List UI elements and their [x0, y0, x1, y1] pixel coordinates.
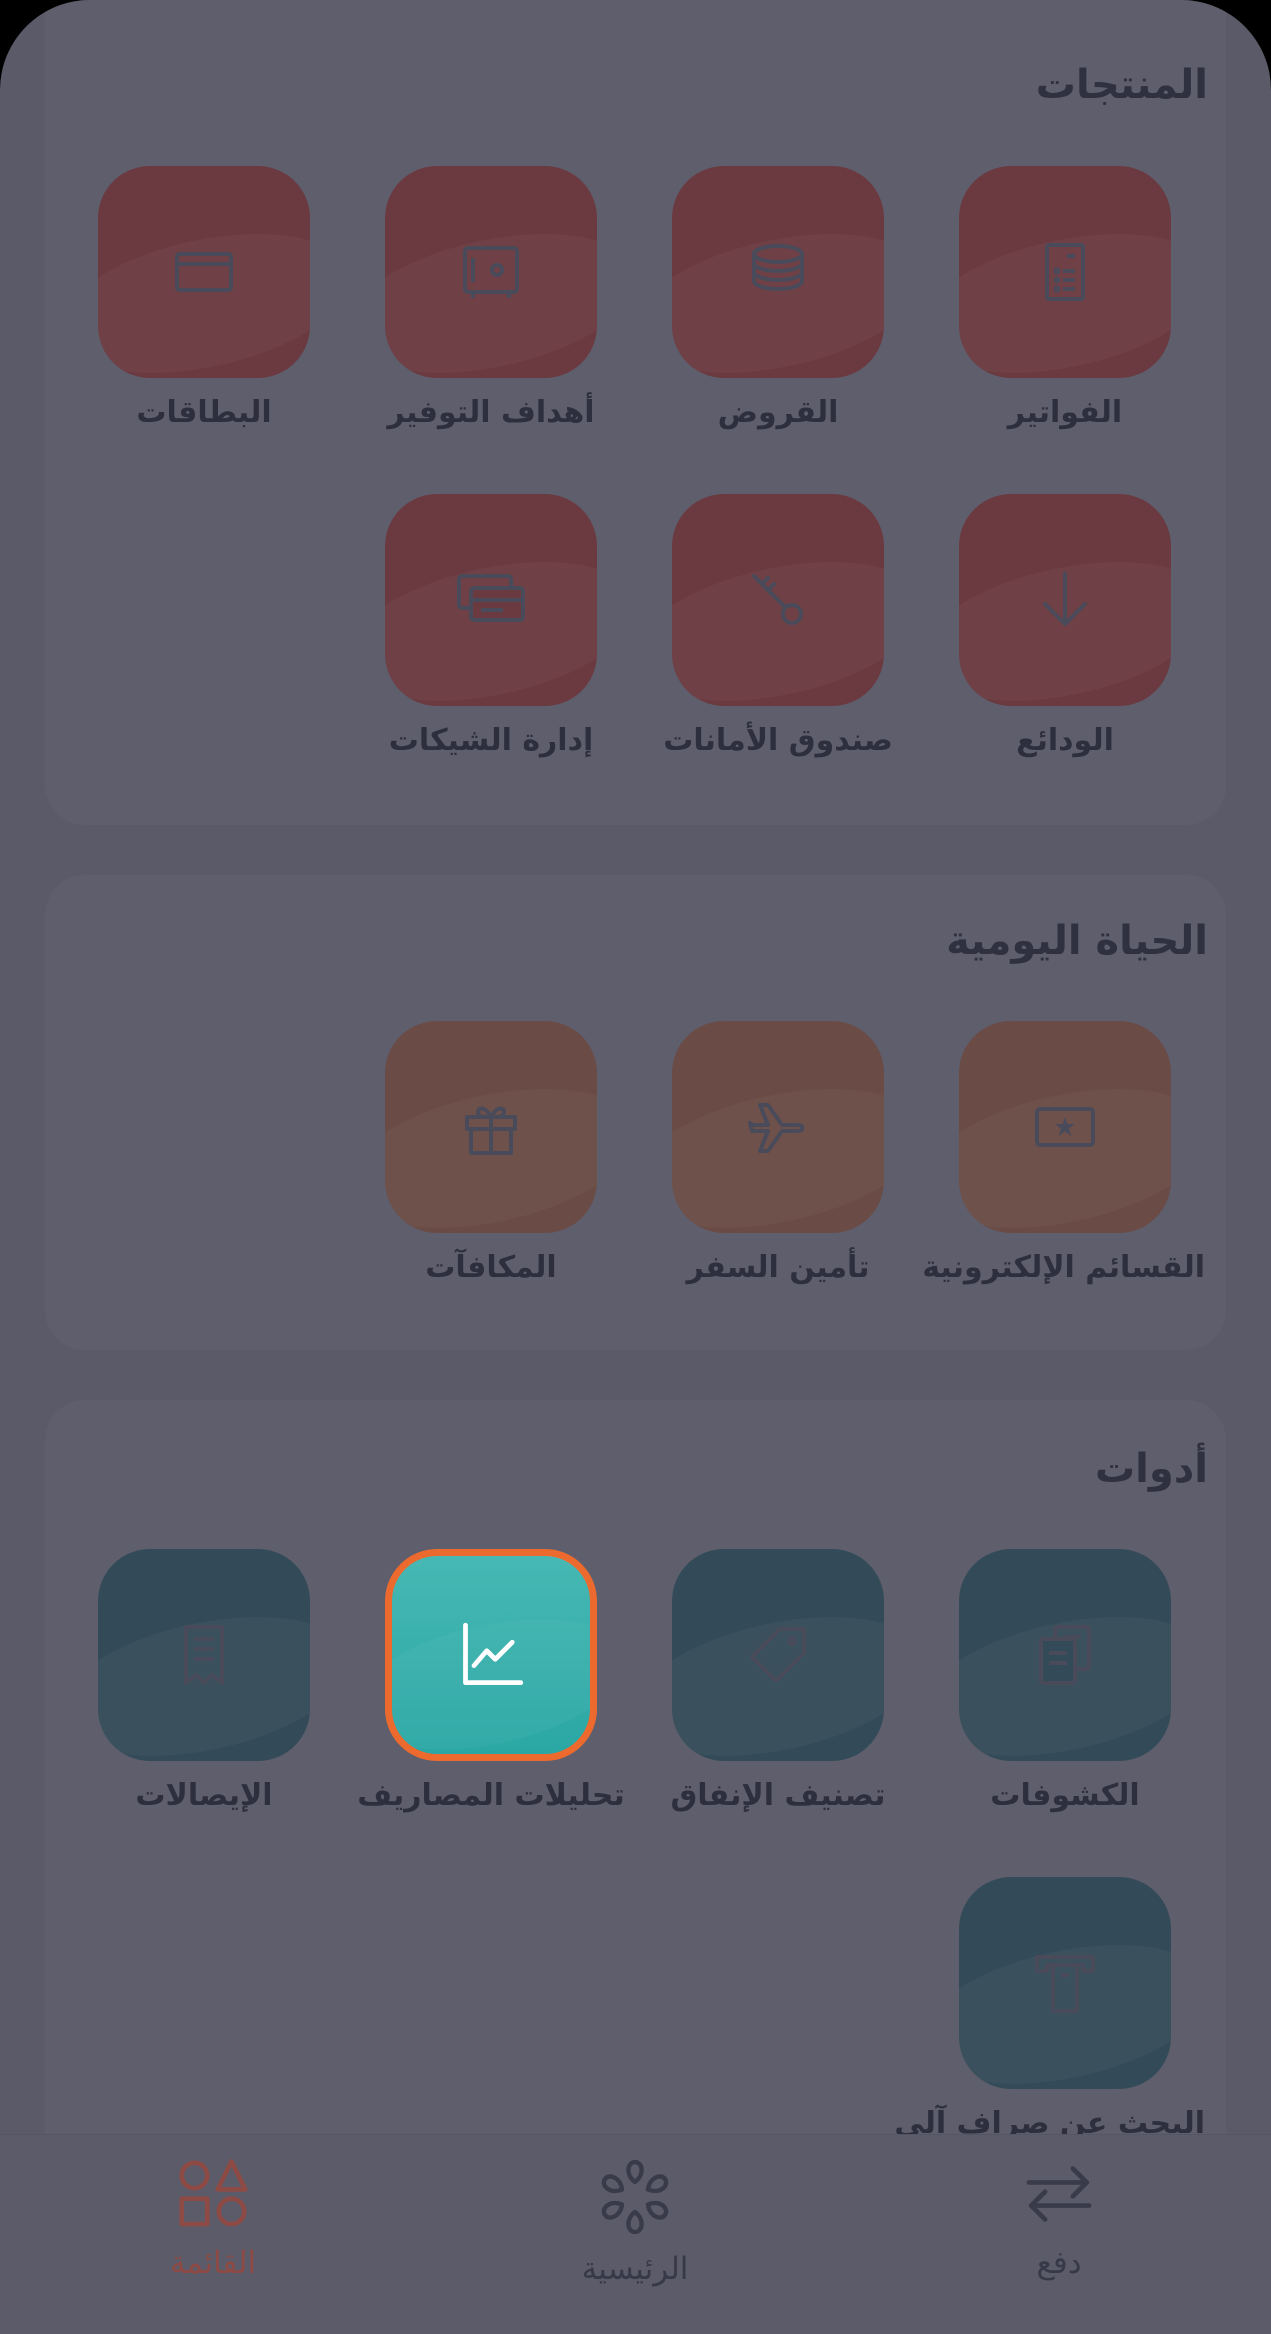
- atm-finder-tile[interactable]: [959, 1877, 1171, 2089]
- savings-goals-tile[interactable]: [385, 166, 597, 378]
- savings-goals-label: أهداف التوفير: [387, 395, 595, 430]
- nav-home[interactable]: الرئيسية: [515, 2157, 755, 2317]
- nav-menu-label: القائمة: [169, 2245, 257, 2281]
- spending-categories-label: تصنيف الإنفاق: [670, 1778, 886, 1813]
- voucher-icon: [1035, 1107, 1095, 1147]
- cards-tile[interactable]: [98, 166, 310, 378]
- bottom-navigation: دفع الرئيسية القائمة: [0, 2134, 1271, 2334]
- coins-stack-icon: [752, 244, 804, 292]
- transfer-arrows-icon: [1026, 2166, 1092, 2222]
- safe-deposit-box-label: صندوق الأمانات: [663, 723, 893, 758]
- menu-screen: المنتجات الفواتير القروض أهداف التوفير ا…: [0, 0, 1271, 2334]
- loans-label: القروض: [717, 395, 839, 430]
- statements-tile[interactable]: [959, 1549, 1171, 1761]
- receipts-label: الإيصالات: [135, 1778, 273, 1813]
- e-vouchers-label: القسائم الإلكترونية: [922, 1250, 1205, 1285]
- gift-icon: [465, 1106, 517, 1155]
- tools-section-title: أدوات: [1094, 1446, 1208, 1492]
- daily-life-section-title: الحياة اليومية: [946, 918, 1208, 964]
- tag-icon: [750, 1627, 806, 1683]
- bills-tile[interactable]: [959, 166, 1171, 378]
- receipt-icon: [184, 1625, 224, 1685]
- safe-icon: [463, 246, 519, 298]
- airplane-icon: [748, 1103, 805, 1153]
- loans-tile[interactable]: [672, 166, 884, 378]
- safe-deposit-box-tile[interactable]: [672, 494, 884, 706]
- statements-icon: [1039, 1625, 1091, 1685]
- invoice-icon: [1045, 243, 1085, 301]
- nav-pay-label: دفع: [1036, 2245, 1082, 2281]
- travel-insurance-tile[interactable]: [672, 1021, 884, 1233]
- line-chart-icon: [463, 1622, 524, 1686]
- e-vouchers-tile[interactable]: [959, 1021, 1171, 1233]
- statements-label: الكشوفات: [990, 1778, 1140, 1813]
- atm-icon: [1035, 1955, 1095, 2013]
- bills-label: الفواتير: [1007, 395, 1123, 430]
- expense-analytics-tile[interactable]: [385, 1549, 597, 1761]
- travel-insurance-label: تأمين السفر: [686, 1250, 870, 1285]
- key-icon: [752, 574, 803, 625]
- spending-categories-tile[interactable]: [672, 1549, 884, 1761]
- nav-home-label: الرئيسية: [581, 2251, 689, 2287]
- cheques-tile[interactable]: [385, 494, 597, 706]
- nav-pay[interactable]: دفع: [939, 2157, 1179, 2317]
- shapes-menu-icon: [179, 2159, 248, 2227]
- rewards-label: المكافآت: [425, 1250, 557, 1285]
- arrow-down-icon: [1043, 572, 1087, 626]
- home-logo-icon: [601, 2159, 669, 2235]
- expense-analytics-label: تحليلات المصاريف: [357, 1778, 625, 1813]
- rewards-tile[interactable]: [385, 1021, 597, 1233]
- nav-menu[interactable]: القائمة: [93, 2157, 333, 2317]
- cheques-icon: [457, 574, 525, 622]
- card-icon: [175, 252, 233, 292]
- deposits-label: الودائع: [1016, 723, 1114, 758]
- cards-label: البطاقات: [136, 395, 272, 430]
- receipts-tile[interactable]: [98, 1549, 310, 1761]
- products-section-title: المنتجات: [1035, 62, 1208, 108]
- cheques-label: إدارة الشيكات: [388, 723, 594, 758]
- deposits-tile[interactable]: [959, 494, 1171, 706]
